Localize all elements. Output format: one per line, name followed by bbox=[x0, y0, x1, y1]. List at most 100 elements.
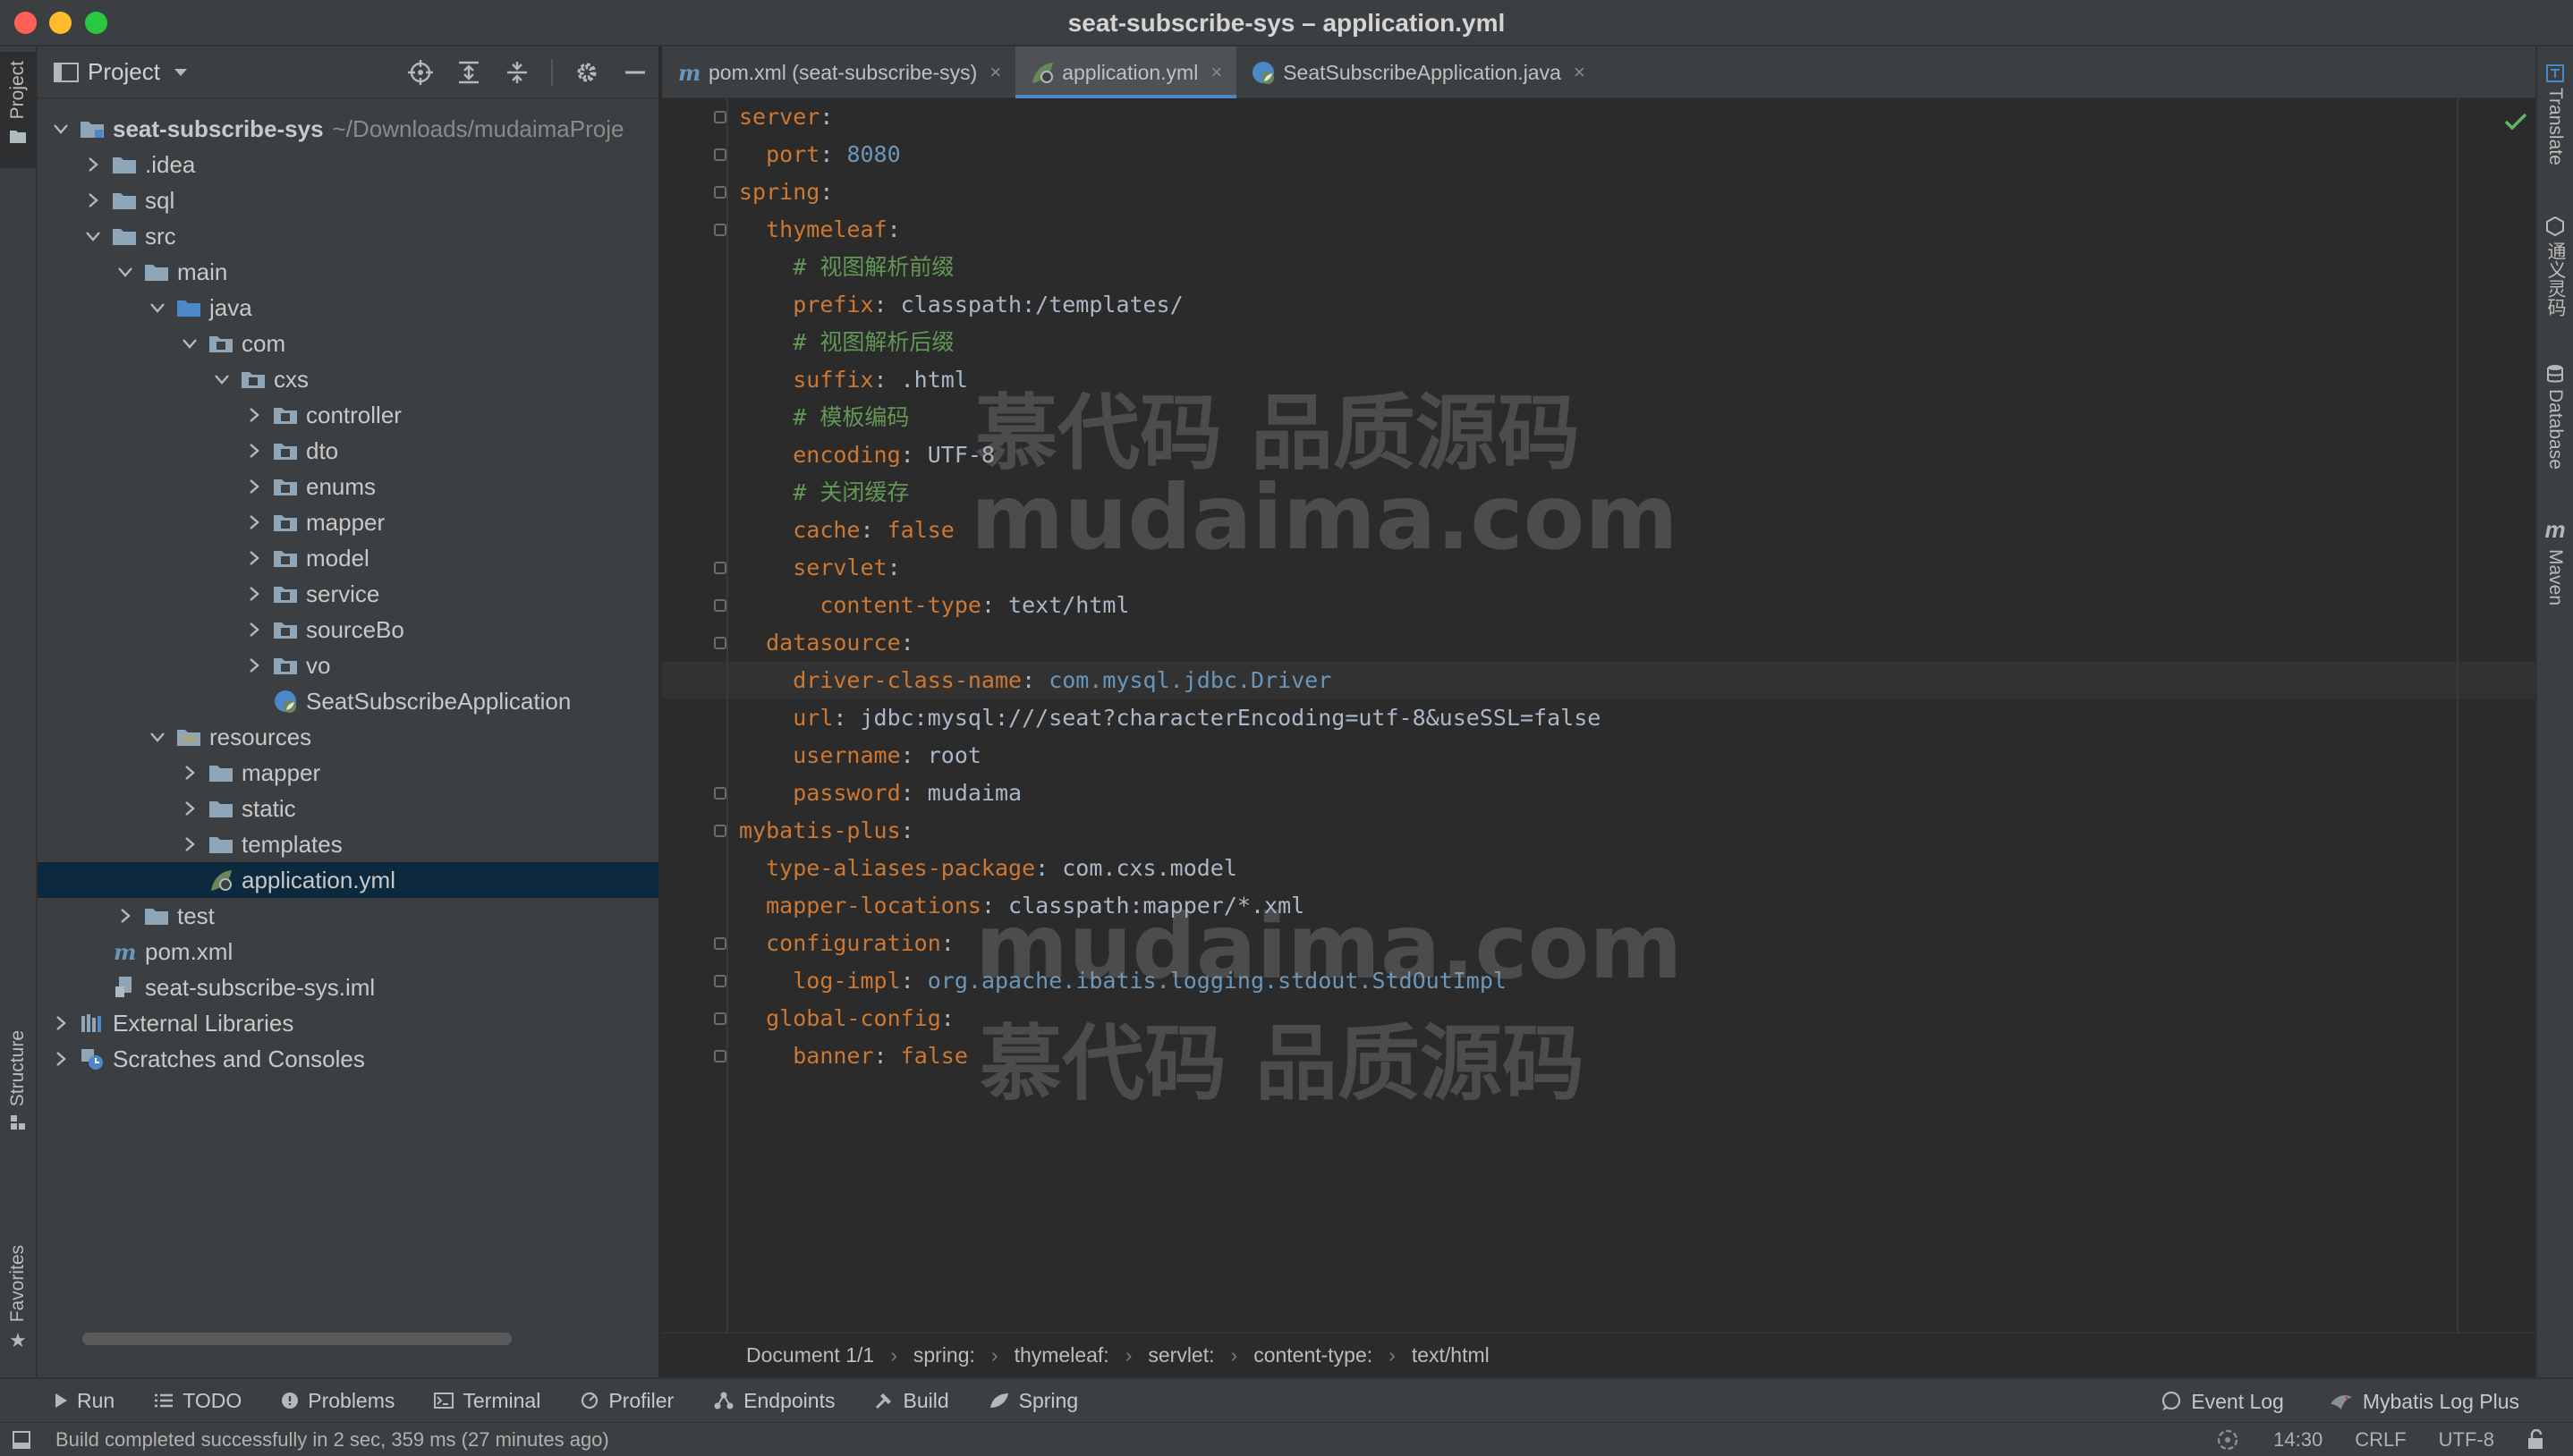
project-tool-tab[interactable]: Project bbox=[0, 52, 36, 168]
chevron-right-icon[interactable] bbox=[115, 905, 136, 927]
spring-tool-button[interactable]: Spring bbox=[989, 1389, 1078, 1413]
code-line[interactable]: # 视图解析前缀 bbox=[739, 249, 1601, 286]
close-icon[interactable]: × bbox=[989, 61, 1001, 84]
chevron-down-icon[interactable] bbox=[147, 726, 168, 748]
chevron-right-icon[interactable] bbox=[179, 798, 200, 819]
chevron-right-icon[interactable] bbox=[243, 404, 265, 426]
code-line[interactable]: configuration: bbox=[739, 925, 1601, 962]
breadcrumb-item[interactable]: content-type: bbox=[1253, 1343, 1372, 1367]
fold-marker-icon[interactable] bbox=[714, 975, 726, 987]
fold-marker-icon[interactable] bbox=[714, 825, 726, 837]
breadcrumb-item[interactable]: servlet: bbox=[1148, 1343, 1214, 1367]
tongyi-tool-tab[interactable]: 通义灵码 bbox=[2537, 216, 2573, 377]
code-line[interactable]: password: mudaima bbox=[739, 775, 1601, 812]
favorites-tool-tab[interactable]: Favorites ★ bbox=[0, 1245, 36, 1370]
tree-item[interactable]: templates bbox=[38, 826, 658, 862]
terminal-tool-button[interactable]: Terminal bbox=[434, 1389, 540, 1413]
tree-item[interactable]: controller bbox=[38, 397, 658, 433]
breadcrumb-item[interactable]: spring: bbox=[913, 1343, 975, 1367]
endpoints-tool-button[interactable]: Endpoints bbox=[713, 1389, 835, 1413]
code-line[interactable]: banner: false bbox=[739, 1037, 1601, 1075]
horizontal-scrollbar[interactable] bbox=[82, 1333, 512, 1345]
code-content[interactable]: server: port: 8080 spring: thymeleaf: # 视… bbox=[739, 98, 1601, 1075]
breadcrumb-item[interactable]: text/html bbox=[1412, 1343, 1490, 1367]
fold-marker-icon[interactable] bbox=[714, 224, 726, 236]
chevron-down-icon[interactable] bbox=[179, 333, 200, 354]
tree-item[interactable]: service bbox=[38, 576, 658, 612]
chevron-down-icon[interactable] bbox=[50, 118, 72, 140]
fold-marker-icon[interactable] bbox=[714, 1012, 726, 1025]
build-tool-button[interactable]: Build bbox=[874, 1389, 949, 1413]
code-line[interactable]: cache: false bbox=[739, 512, 1601, 549]
settings-button[interactable] bbox=[573, 58, 601, 87]
tree-item[interactable]: seat-subscribe-sys.iml bbox=[38, 969, 658, 1005]
expand-all-button[interactable] bbox=[454, 58, 483, 87]
tree-item[interactable]: resources bbox=[38, 719, 658, 755]
code-line[interactable]: mapper-locations: classpath:mapper/*.xml bbox=[739, 887, 1601, 925]
code-line[interactable]: # 关闭缓存 bbox=[739, 474, 1601, 512]
fold-marker-icon[interactable] bbox=[714, 599, 726, 612]
fold-marker-icon[interactable] bbox=[714, 111, 726, 123]
chevron-right-icon[interactable] bbox=[82, 154, 104, 175]
tree-item[interactable]: sourceBo bbox=[38, 612, 658, 648]
run-tool-button[interactable]: Run bbox=[54, 1389, 115, 1413]
status-message[interactable]: Build completed successfully in 2 sec, 3… bbox=[55, 1428, 609, 1452]
code-line[interactable]: servlet: bbox=[739, 549, 1601, 587]
tree-item[interactable]: SeatSubscribeApplication bbox=[38, 683, 658, 719]
tree-item[interactable]: mapper bbox=[38, 755, 658, 791]
editor-tab[interactable]: m pom.xml (seat-subscribe-sys) × bbox=[662, 47, 1015, 98]
code-line[interactable]: url: jdbc:mysql:///seat?characterEncodin… bbox=[739, 699, 1601, 737]
file-encoding[interactable]: UTF-8 bbox=[2439, 1428, 2494, 1452]
translate-tool-tab[interactable]: Translate bbox=[2537, 64, 2573, 216]
chevron-down-icon[interactable] bbox=[211, 368, 233, 390]
code-line[interactable]: username: root bbox=[739, 737, 1601, 775]
chevron-down-icon[interactable] bbox=[147, 297, 168, 318]
tree-item[interactable]: Scratches and Consoles bbox=[38, 1041, 658, 1077]
tree-item[interactable]: static bbox=[38, 791, 658, 826]
tree-item[interactable]: src bbox=[38, 218, 658, 254]
chevron-right-icon[interactable] bbox=[50, 1012, 72, 1034]
tree-item[interactable]: sql bbox=[38, 182, 658, 218]
chevron-down-icon[interactable] bbox=[82, 225, 104, 247]
breadcrumb-item[interactable]: Document 1/1 bbox=[746, 1343, 874, 1367]
code-line[interactable]: content-type: text/html bbox=[739, 587, 1601, 624]
code-line[interactable]: mybatis-plus: bbox=[739, 812, 1601, 850]
close-icon[interactable]: × bbox=[1210, 61, 1222, 84]
tree-item[interactable]: mapper bbox=[38, 504, 658, 540]
fold-marker-icon[interactable] bbox=[714, 562, 726, 574]
code-line[interactable]: prefix: classpath:/templates/ bbox=[739, 286, 1601, 324]
chevron-right-icon[interactable] bbox=[243, 476, 265, 497]
tree-item[interactable]: enums bbox=[38, 469, 658, 504]
code-line[interactable]: server: bbox=[739, 98, 1601, 136]
breadcrumb-item[interactable]: thymeleaf: bbox=[1015, 1343, 1109, 1367]
chevron-right-icon[interactable] bbox=[243, 619, 265, 640]
tree-item[interactable]: main bbox=[38, 254, 658, 290]
todo-tool-button[interactable]: TODO bbox=[154, 1389, 242, 1413]
editor-tab[interactable]: SeatSubscribeApplication.java × bbox=[1236, 47, 1600, 98]
code-line[interactable]: type-aliases-package: com.cxs.model bbox=[739, 850, 1601, 887]
tree-item[interactable]: cxs bbox=[38, 361, 658, 397]
code-editor[interactable]: server: port: 8080 spring: thymeleaf: # 视… bbox=[662, 98, 2535, 1333]
tree-item[interactable]: test bbox=[38, 898, 658, 934]
tree-item[interactable]: model bbox=[38, 540, 658, 576]
code-line[interactable]: global-config: bbox=[739, 1000, 1601, 1037]
project-panel-title[interactable]: Project bbox=[88, 58, 160, 86]
event-log-button[interactable]: Event Log bbox=[2161, 1390, 2284, 1414]
code-line[interactable]: spring: bbox=[739, 174, 1601, 211]
code-line[interactable]: datasource: bbox=[739, 624, 1601, 662]
toggle-tool-windows-icon[interactable] bbox=[13, 1431, 30, 1449]
chevron-down-icon[interactable] bbox=[173, 67, 189, 78]
fold-marker-icon[interactable] bbox=[714, 186, 726, 199]
ai-assistant-icon[interactable] bbox=[2214, 1428, 2241, 1452]
tree-item[interactable]: java bbox=[38, 290, 658, 326]
structure-tool-tab[interactable]: Structure bbox=[0, 1030, 36, 1164]
chevron-right-icon[interactable] bbox=[243, 440, 265, 461]
tree-item[interactable]: m pom.xml bbox=[38, 934, 658, 969]
chevron-right-icon[interactable] bbox=[179, 834, 200, 855]
chevron-right-icon[interactable] bbox=[82, 190, 104, 211]
tree-item[interactable]: .idea bbox=[38, 147, 658, 182]
chevron-right-icon[interactable] bbox=[243, 583, 265, 605]
database-tool-tab[interactable]: Database bbox=[2537, 364, 2573, 525]
collapse-all-button[interactable] bbox=[503, 58, 531, 87]
code-line[interactable]: # 视图解析后缀 bbox=[739, 324, 1601, 361]
